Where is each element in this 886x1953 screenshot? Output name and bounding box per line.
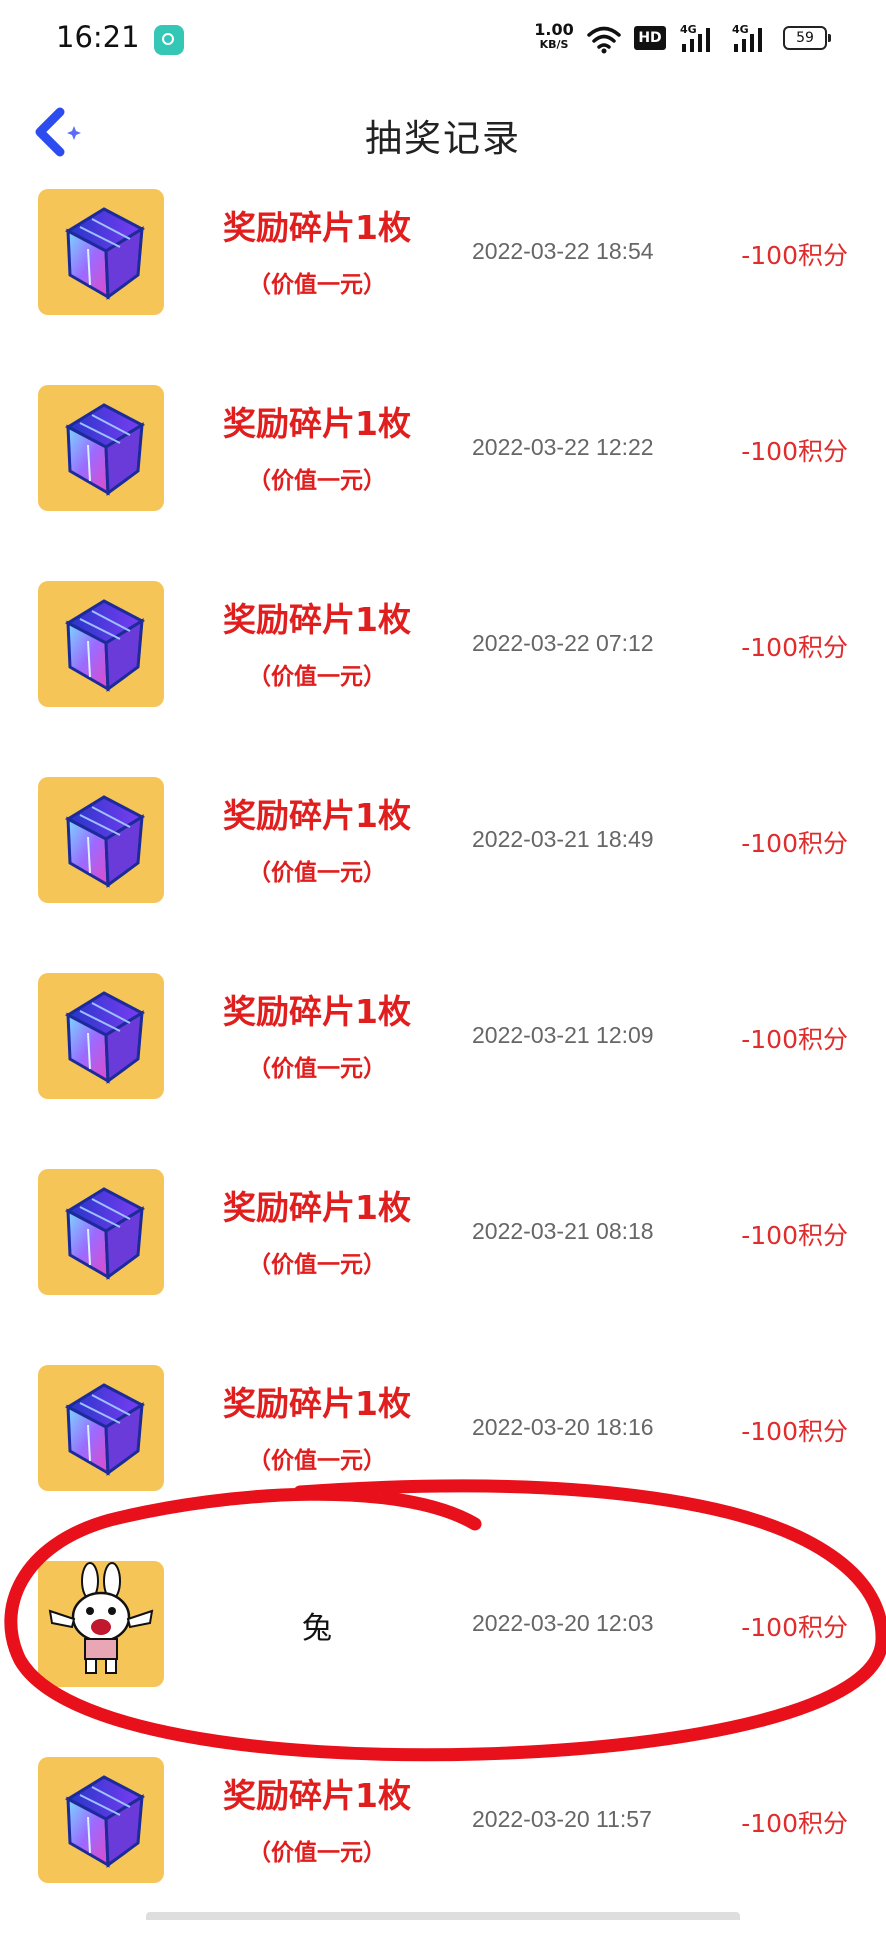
record-row[interactable]: 奖励碎片1枚 （价值一元） 2022-03-22 18:54 -100积分 <box>0 189 886 385</box>
points-deducted: -100积分 <box>741 1417 848 1446</box>
record-list: 奖励碎片1枚 （价值一元） 2022-03-22 18:54 -100积分 奖励碎片1… <box>0 189 886 1953</box>
prize-thumbnail <box>38 973 164 1099</box>
prize-thumbnail <box>38 1561 164 1687</box>
record-time: 2022-03-22 18:54 <box>472 238 654 264</box>
record-time: 2022-03-21 08:18 <box>472 1218 654 1244</box>
notification-app-icon <box>154 25 184 55</box>
points-deducted: -100积分 <box>741 1221 848 1250</box>
record-row[interactable]: 奖励碎片1枚 （价值一元） 2022-03-21 08:18 -100积分 <box>0 1169 886 1365</box>
record-time: 2022-03-21 18:49 <box>472 826 654 852</box>
cube-fragment-icon <box>64 207 146 300</box>
signal-2-label: 4G <box>732 23 749 36</box>
prize-value: （价值一元） <box>248 1056 386 1082</box>
record-row[interactable]: 奖励碎片1枚 （价值一元） 2022-03-20 18:16 -100积分 <box>0 1365 886 1561</box>
prize-value: （价值一元） <box>248 1252 386 1278</box>
prize-name: 奖励碎片1枚 <box>223 1776 411 1815</box>
prize-thumbnail <box>38 777 164 903</box>
network-speed: 1.00 KB/S <box>534 22 574 52</box>
cube-fragment-icon <box>64 1383 146 1476</box>
cube-fragment-icon <box>64 991 146 1084</box>
prize-thumbnail <box>38 1757 164 1883</box>
record-row[interactable]: 奖励碎片1枚 （价值一元） 2022-03-20 11:57 -100积分 <box>0 1757 886 1953</box>
record-time: 2022-03-22 07:12 <box>472 630 654 656</box>
prize-name: 奖励碎片1枚 <box>223 796 411 835</box>
prize-value: （价值一元） <box>248 1448 386 1474</box>
points-deducted: -100积分 <box>741 1025 848 1054</box>
record-row[interactable]: 奖励碎片1枚 （价值一元） 2022-03-22 07:12 -100积分 <box>0 581 886 777</box>
record-row[interactable]: 奖励碎片1枚 （价值一元） 2022-03-21 12:09 -100积分 <box>0 973 886 1169</box>
prize-name: 奖励碎片1枚 <box>223 208 411 247</box>
record-time: 2022-03-20 18:16 <box>472 1414 654 1440</box>
battery-icon: 59 <box>783 26 831 50</box>
record-time: 2022-03-20 11:57 <box>472 1806 652 1832</box>
prize-name: 奖励碎片1枚 <box>223 600 411 639</box>
prize-thumbnail <box>38 385 164 511</box>
status-time: 16:21 <box>56 20 140 54</box>
wifi-icon <box>587 26 621 54</box>
header: 抽奖记录 <box>0 90 886 174</box>
record-time: 2022-03-21 12:09 <box>472 1022 654 1048</box>
signal-4g-icon: 4G <box>680 23 710 52</box>
points-deducted: -100积分 <box>741 1613 848 1642</box>
cube-fragment-icon <box>64 403 146 496</box>
cube-fragment-icon <box>64 599 146 692</box>
status-bar: 16:21 1.00 KB/S HD 4G 4G 59 <box>0 0 886 80</box>
hd-voice-icon: HD <box>634 26 666 50</box>
prize-thumbnail <box>38 1365 164 1491</box>
home-indicator-bar[interactable] <box>146 1912 740 1920</box>
cube-fragment-icon <box>64 1187 146 1280</box>
prize-name: 兔 <box>302 1611 332 1646</box>
prize-name: 奖励碎片1枚 <box>223 404 411 443</box>
points-deducted: -100积分 <box>741 633 848 662</box>
prize-value: （价值一元） <box>248 860 386 886</box>
prize-value: （价值一元） <box>248 468 386 494</box>
prize-value: （价值一元） <box>248 1840 386 1866</box>
record-row[interactable]: 奖励碎片1枚 （价值一元） 2022-03-21 18:49 -100积分 <box>0 777 886 973</box>
signal-4g-icon: 4G <box>732 23 762 52</box>
prize-thumbnail <box>38 1169 164 1295</box>
points-deducted: -100积分 <box>741 1809 848 1838</box>
record-row[interactable]: 兔 2022-03-20 12:03 -100积分 <box>0 1561 886 1757</box>
points-deducted: -100积分 <box>741 241 848 270</box>
prize-name: 奖励碎片1枚 <box>223 1188 411 1227</box>
page-title: 抽奖记录 <box>365 117 521 160</box>
prize-name: 奖励碎片1枚 <box>223 1384 411 1423</box>
network-speed-unit: KB/S <box>539 38 569 51</box>
cube-fragment-icon <box>64 1775 146 1868</box>
prize-thumbnail <box>38 189 164 315</box>
rabbit-avatar-icon <box>48 1562 154 1674</box>
prize-name: 奖励碎片1枚 <box>223 992 411 1031</box>
prize-value: （价值一元） <box>248 664 386 690</box>
points-deducted: -100积分 <box>741 437 848 466</box>
record-time: 2022-03-22 12:22 <box>472 434 654 460</box>
cube-fragment-icon <box>64 795 146 888</box>
points-deducted: -100积分 <box>741 829 848 858</box>
record-time: 2022-03-20 12:03 <box>472 1610 654 1636</box>
signal-1-label: 4G <box>680 23 697 36</box>
record-row[interactable]: 奖励碎片1枚 （价值一元） 2022-03-22 12:22 -100积分 <box>0 385 886 581</box>
prize-thumbnail <box>38 581 164 707</box>
prize-value: （价值一元） <box>248 272 386 298</box>
